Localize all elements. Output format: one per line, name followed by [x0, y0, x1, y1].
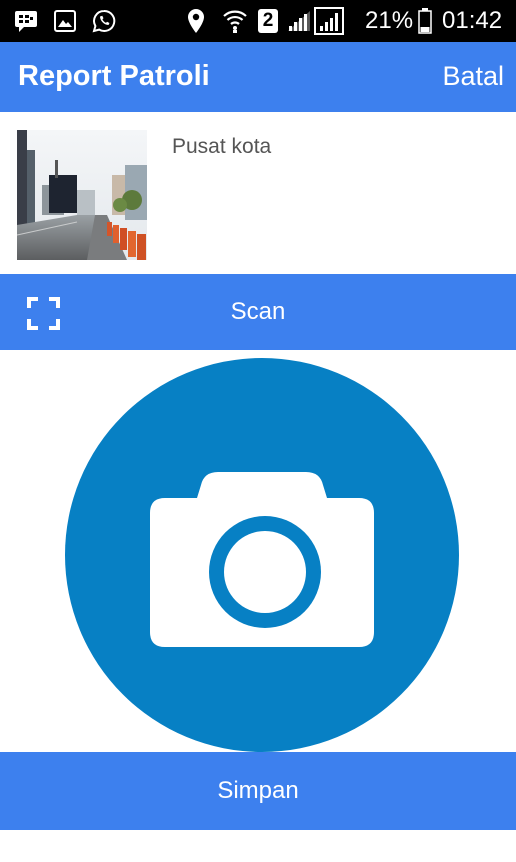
clock: 01:42 [442, 7, 503, 34]
cancel-button[interactable]: Batal [442, 58, 504, 94]
location-name: Pusat kota [172, 135, 272, 158]
location-thumbnail [17, 130, 147, 260]
save-button[interactable]: Simpan [0, 752, 516, 830]
camera-icon[interactable] [0, 350, 516, 752]
camera-area[interactable] [0, 350, 516, 752]
battery-icon [418, 8, 432, 34]
signal-icon [288, 11, 310, 31]
scan-button[interactable]: Scan [0, 274, 516, 350]
sim-label: 2 [262, 10, 274, 31]
status-bar: 2 21% 01:42 [0, 0, 516, 42]
bottom-spacer [0, 830, 516, 862]
battery-percent: 21% [365, 7, 414, 34]
page-title: Report Patroli [18, 60, 210, 92]
whatsapp-icon [92, 9, 116, 33]
wifi-icon [223, 10, 247, 33]
location-icon [188, 9, 204, 33]
scan-label: Scan [230, 298, 286, 325]
bbm-icon [15, 11, 37, 32]
signal-icon [314, 7, 344, 35]
app-bar: Report Patroli Batal [0, 42, 516, 112]
gallery-icon [54, 10, 76, 32]
location-row[interactable]: Pusat kota [0, 112, 516, 274]
save-label: Simpan [217, 777, 299, 804]
sim-2-icon: 2 [258, 9, 278, 33]
